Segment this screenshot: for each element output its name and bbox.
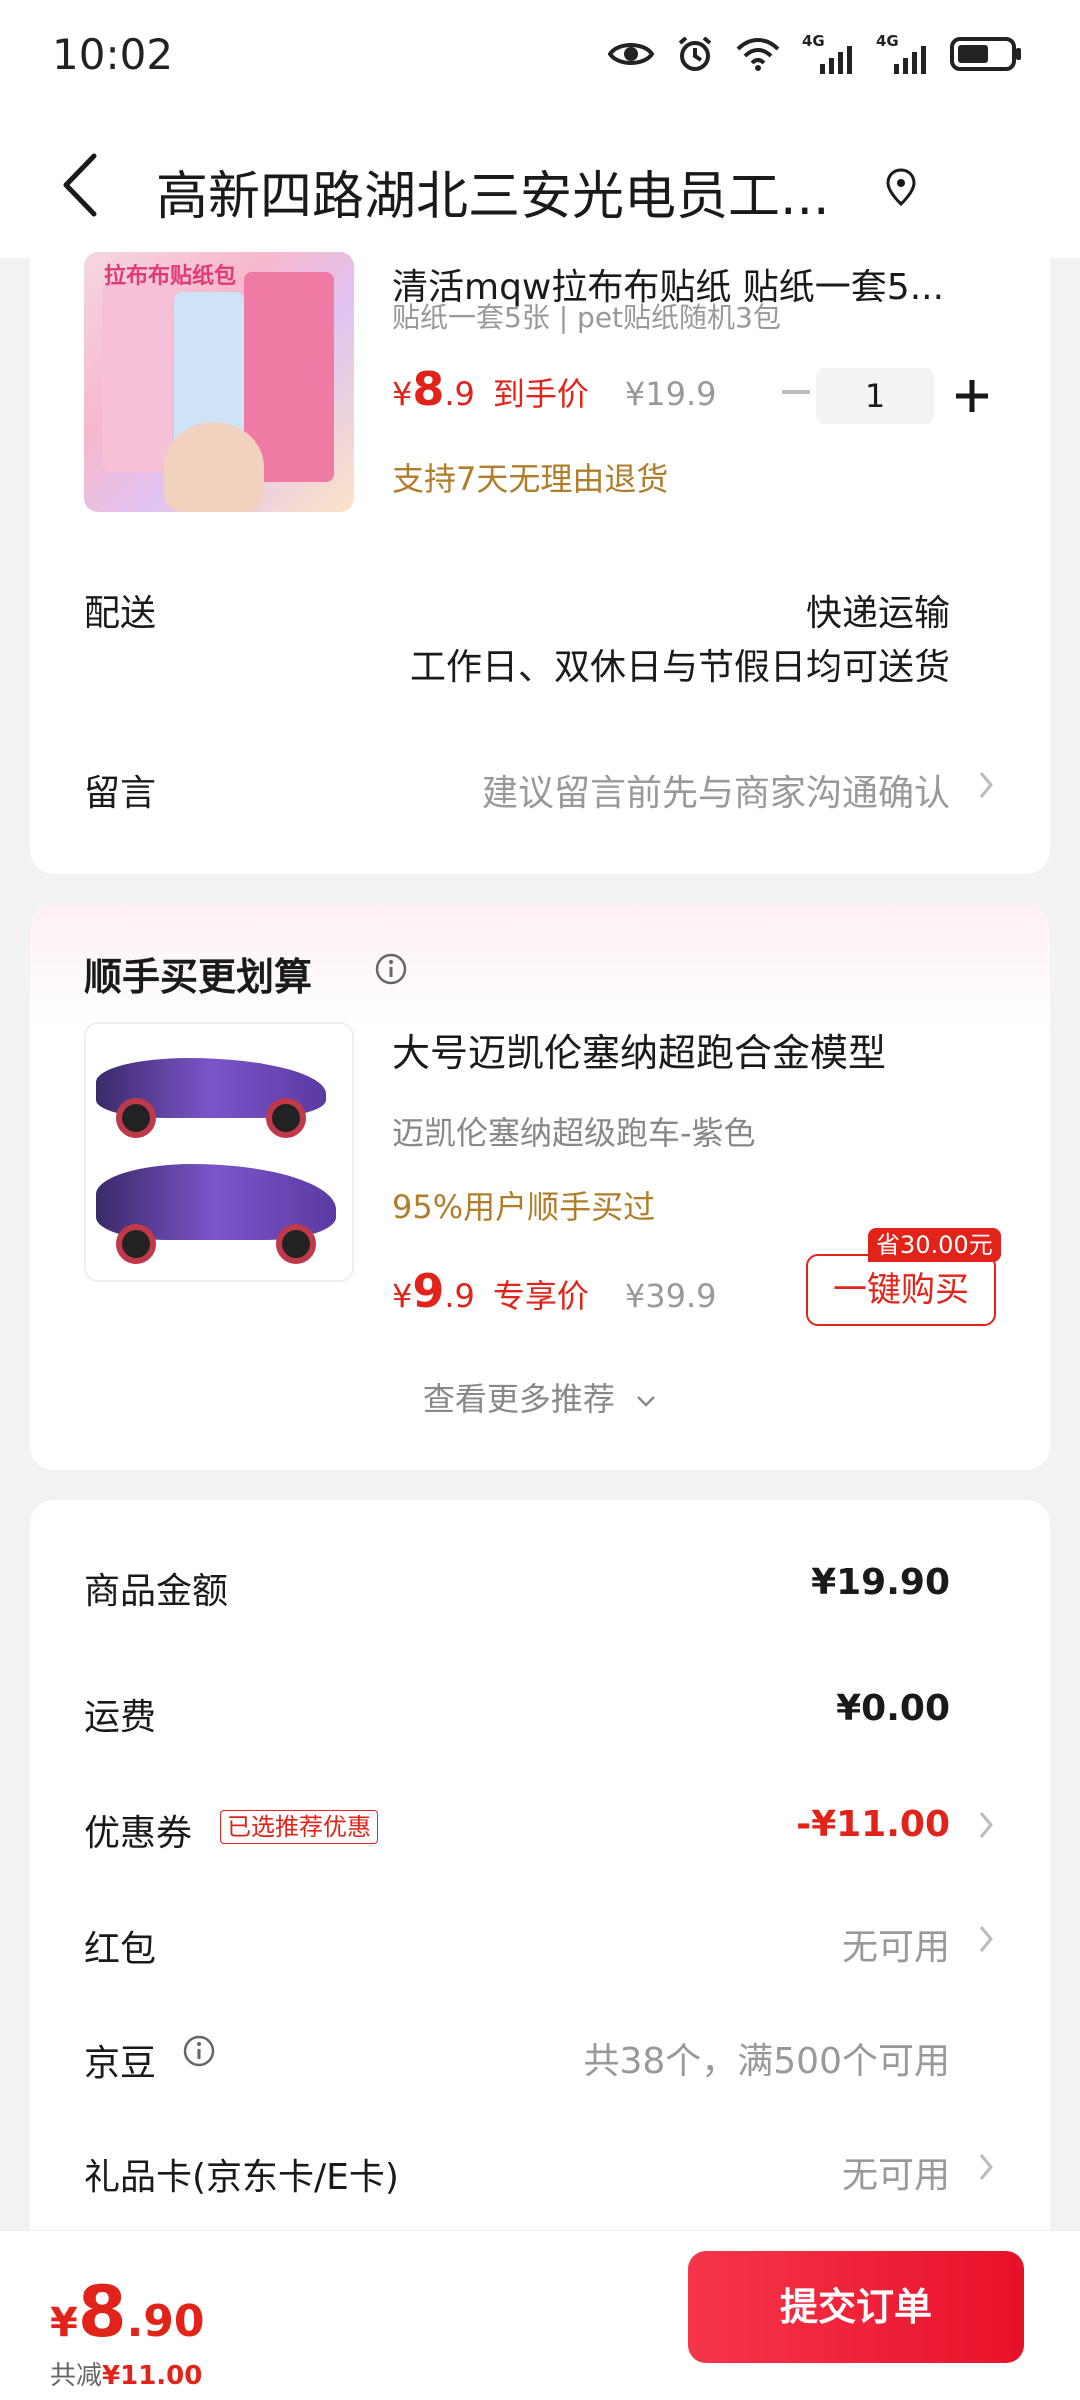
- info-icon[interactable]: [374, 952, 408, 986]
- signal-1-icon: 4G: [802, 32, 854, 76]
- delivery-method[interactable]: 快递运输: [806, 584, 950, 636]
- recommend-product-image[interactable]: [84, 1022, 354, 1282]
- total-price-integer: 8: [77, 2271, 127, 2353]
- saved-label: 共减: [50, 2361, 103, 2391]
- delivery-label: 配送: [84, 593, 157, 634]
- back-arrow-icon[interactable]: [60, 152, 100, 218]
- battery-icon: [950, 37, 1021, 71]
- price-symbol: ¥: [392, 1277, 413, 1315]
- one-click-buy-button[interactable]: 一键购买: [806, 1254, 996, 1326]
- jingdou-value: 共38个，满500个可用: [583, 2041, 950, 2082]
- product-price: ¥ 8 .9 到手价 ¥19.9: [392, 362, 717, 416]
- header: 高新四路湖北三安光电员工...: [0, 112, 1080, 258]
- gift-card-label: 礼品卡(京东卡/E卡): [84, 2157, 399, 2198]
- recommend-product-spec: 迈凯伦塞纳超级跑车-紫色: [392, 1114, 756, 1152]
- message-label: 留言: [84, 773, 157, 814]
- price-integer: 9: [412, 1264, 445, 1318]
- price-integer: 8: [412, 362, 445, 416]
- gift-card-value[interactable]: 无可用: [842, 2146, 950, 2198]
- price-tag: 到手价: [492, 375, 589, 413]
- submit-order-button[interactable]: 提交订单: [688, 2251, 1024, 2363]
- coupon-recommended-tag: 已选推荐优惠: [220, 1810, 378, 1844]
- info-icon[interactable]: [182, 2034, 216, 2068]
- goods-amount-value: ¥19.90: [811, 1562, 950, 1603]
- original-price: ¥39.9: [624, 1277, 717, 1315]
- chevron-down-icon: [637, 1396, 655, 1407]
- chevron-right-icon[interactable]: [976, 1922, 996, 1956]
- more-recommendations-label: 查看更多推荐: [422, 1380, 615, 1418]
- total-price-decimal: .90: [126, 2296, 205, 2347]
- chevron-right-icon: [979, 772, 993, 798]
- recommend-product-price: ¥ 9 .9 专享价 ¥39.9: [392, 1264, 717, 1318]
- location-pin-icon[interactable]: [886, 168, 916, 206]
- delivery-schedule: 工作日、双休日与节假日均可送货: [409, 647, 950, 688]
- message-input[interactable]: 建议留言前先与商家沟通确认: [482, 764, 950, 816]
- recommend-buy-rate: 95%用户顺手买过: [392, 1188, 656, 1226]
- red-packet-label: 红包: [84, 1929, 157, 1970]
- shipping-value: ¥0.00: [836, 1688, 950, 1729]
- price-decimal: .9: [444, 375, 475, 413]
- total-price: ¥ 8 .90: [50, 2271, 205, 2353]
- status-bar: 10:02 4G 4G: [0, 0, 1080, 112]
- status-icons: 4G 4G: [608, 32, 1022, 76]
- coupon-label: 优惠券: [84, 1813, 193, 1854]
- product-spec: 贴纸一套5张 | pet贴纸随机3包: [392, 301, 781, 334]
- jingdou-label: 京豆: [84, 2043, 157, 2084]
- status-time: 10:02: [52, 30, 174, 79]
- original-price: ¥19.9: [624, 375, 717, 413]
- checkout-bar: ¥ 8 .90 共减¥11.00 提交订单: [0, 2230, 1080, 2400]
- quantity-minus-button[interactable]: [778, 372, 814, 412]
- chevron-right-icon[interactable]: [976, 2150, 996, 2184]
- red-packet-value[interactable]: 无可用: [842, 1918, 950, 1970]
- save-badge: 省30.00元: [868, 1228, 1001, 1262]
- quantity-input[interactable]: 1: [816, 368, 934, 424]
- recommend-product-title[interactable]: 大号迈凯伦塞纳超跑合金模型: [392, 1022, 886, 1077]
- recommend-title: 顺手买更划算: [84, 955, 313, 999]
- total-saved: 共减¥11.00: [50, 2355, 202, 2392]
- total-price-symbol: ¥: [50, 2300, 78, 2346]
- recommend-card: 顺手买更划算 大号迈凯伦塞纳超跑合金模型 迈凯伦塞纳超级跑车-紫色 95%用户顺…: [30, 904, 1050, 1470]
- signal-2-icon: 4G: [876, 32, 928, 76]
- order-item-card: 拉布布贴纸包 清活mqw拉布布贴纸 贴纸一套5... 贴纸一套5张 | pet贴…: [30, 252, 1050, 874]
- goods-amount-label: 商品金额: [84, 1571, 229, 1612]
- product-image-caption: 拉布布贴纸包: [104, 264, 237, 289]
- saved-amount: ¥11.00: [102, 2361, 203, 2391]
- alarm-icon: [678, 36, 712, 71]
- coupon-value[interactable]: -¥11.00: [796, 1804, 950, 1845]
- address-title[interactable]: 高新四路湖北三安光电员工...: [156, 154, 856, 229]
- shipping-label: 运费: [84, 1697, 157, 1738]
- price-summary-card: 商品金额 ¥19.90 运费 ¥0.00 优惠券 已选推荐优惠 -¥11.00 …: [30, 1500, 1050, 2230]
- chevron-right-icon[interactable]: [976, 1808, 996, 1842]
- price-tag: 专享价: [492, 1277, 589, 1315]
- price-symbol: ¥: [392, 375, 413, 413]
- quantity-plus-button[interactable]: [954, 378, 990, 414]
- more-recommendations-link[interactable]: 查看更多推荐: [30, 1374, 1050, 1420]
- return-policy-note: 支持7天无理由退货: [392, 460, 669, 498]
- eye-icon: [608, 43, 654, 65]
- product-image[interactable]: 拉布布贴纸包: [84, 252, 354, 512]
- price-decimal: .9: [444, 1277, 475, 1315]
- wifi-icon: [736, 38, 780, 71]
